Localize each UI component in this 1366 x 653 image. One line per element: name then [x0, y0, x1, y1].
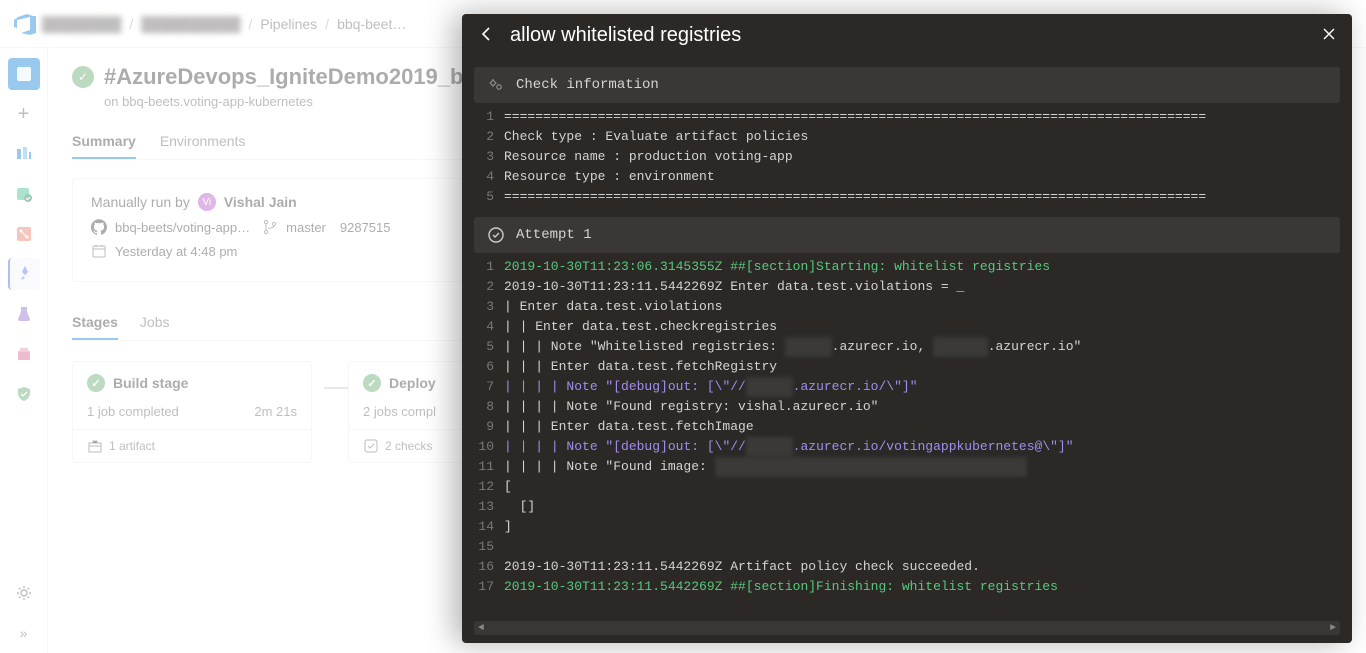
success-circle-icon [488, 227, 504, 243]
panel-header: allow whitelisted registries [462, 14, 1352, 57]
gears-icon [488, 77, 504, 93]
panel-title: allow whitelisted registries [510, 24, 1322, 47]
section-title: Attempt 1 [516, 227, 592, 243]
scroll-left-icon[interactable]: ◄ [474, 621, 488, 635]
log-block-info: 1=======================================… [474, 107, 1340, 207]
close-button[interactable] [1322, 27, 1336, 44]
section-check-information[interactable]: Check information [474, 67, 1340, 103]
horizontal-scrollbar[interactable]: ◄ ► [474, 621, 1340, 635]
scroll-right-icon[interactable]: ► [1326, 621, 1340, 635]
log-scroll-area[interactable]: Check information 1=====================… [462, 57, 1352, 615]
log-block-attempt: 12019-10-30T11:23:06.3145355Z ##[section… [474, 257, 1340, 597]
log-panel: allow whitelisted registries Check infor… [462, 14, 1352, 643]
section-attempt-1[interactable]: Attempt 1 [474, 217, 1340, 253]
back-button[interactable] [478, 25, 496, 46]
section-title: Check information [516, 77, 659, 93]
